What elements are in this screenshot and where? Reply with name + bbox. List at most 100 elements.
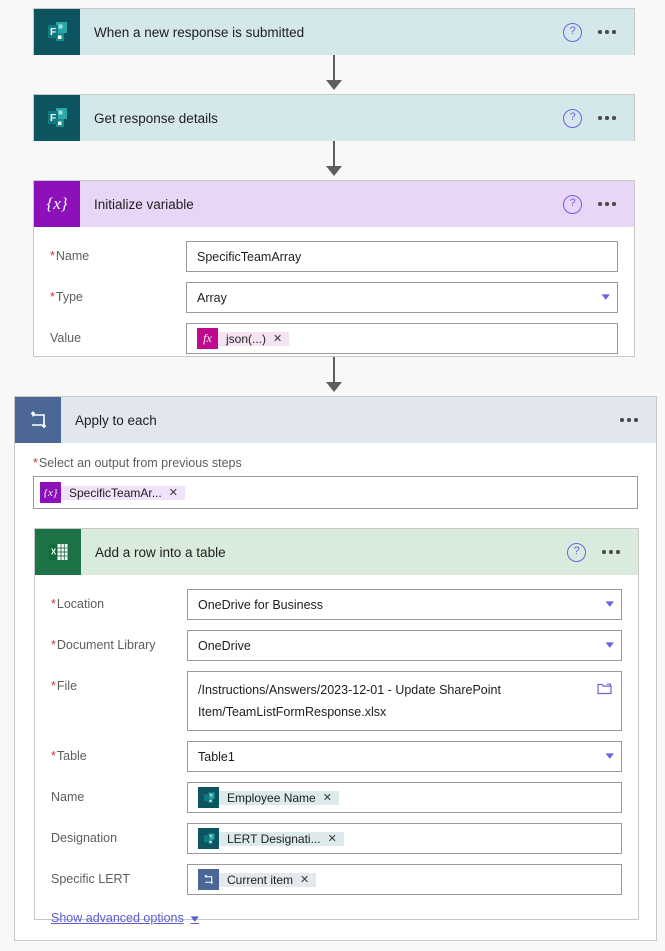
specific-lert-input[interactable]: Current item ✕ xyxy=(187,864,622,895)
variable-name-input[interactable]: SpecificTeamArray xyxy=(186,241,618,272)
show-advanced-options-link[interactable]: Show advanced options ▾ xyxy=(51,911,199,925)
field-row-location: *Location OneDrive for Business ▾ xyxy=(51,589,622,620)
variable-icon: {x} xyxy=(34,181,80,227)
more-commands-button[interactable] xyxy=(598,116,616,120)
designation-input[interactable]: LERT Designati... ✕ xyxy=(187,823,622,854)
field-label-text: Value xyxy=(50,331,82,345)
variable-token[interactable]: {x} SpecificTeamAr... ✕ xyxy=(40,482,185,503)
flow-step-card-initialize-variable[interactable]: {x} Initialize variable ? *Name Specific… xyxy=(33,180,635,357)
more-commands-button[interactable] xyxy=(620,418,638,422)
field-value: Array xyxy=(197,290,227,305)
table-dropdown[interactable]: Table1 ▾ xyxy=(187,741,622,772)
chevron-down-icon: ▾ xyxy=(606,639,615,651)
connector-line xyxy=(333,357,335,385)
loop-select-label-text: Select an output from previous steps xyxy=(38,456,242,470)
card-header: F When a new response is submitted ? xyxy=(34,9,634,55)
microsoft-forms-icon: F xyxy=(34,9,80,55)
token-body: Current item ✕ xyxy=(219,872,317,887)
variable-type-dropdown[interactable]: Array ▾ xyxy=(186,282,618,313)
field-value: SpecificTeamArray xyxy=(197,249,302,264)
card-header: Apply to each xyxy=(15,397,656,443)
token-body: SpecificTeamAr... ✕ xyxy=(61,485,185,500)
help-icon[interactable]: ? xyxy=(563,22,583,42)
more-commands-button[interactable] xyxy=(598,202,616,206)
dynamic-content-token[interactable]: Current item ✕ xyxy=(198,869,317,890)
file-path-input[interactable]: /Instructions/Answers/2023-12-01 - Updat… xyxy=(187,671,622,731)
card-title: Initialize variable xyxy=(94,196,194,212)
token-text: json(...) xyxy=(226,331,267,346)
more-commands-button[interactable] xyxy=(598,30,616,34)
flow-designer-canvas: F When a new response is submitted ? F G… xyxy=(0,0,665,951)
field-row-name: *Name SpecificTeamArray xyxy=(50,241,618,272)
dynamic-content-token[interactable]: LERT Designati... ✕ xyxy=(198,828,344,849)
microsoft-forms-icon xyxy=(198,787,219,808)
remove-token-icon[interactable]: ✕ xyxy=(323,791,332,804)
flow-step-card-get-response[interactable]: F Get response details ? xyxy=(33,94,635,141)
field-row-table: *Table Table1 ▾ xyxy=(51,741,622,772)
svg-text:F: F xyxy=(50,27,56,38)
field-label-text: Specific LERT xyxy=(51,872,130,886)
field-label-text: Name xyxy=(55,249,90,263)
more-commands-button[interactable] xyxy=(602,550,620,554)
field-label: Specific LERT xyxy=(51,864,187,886)
excel-icon: X xyxy=(35,529,81,575)
card-title: When a new response is submitted xyxy=(94,24,305,40)
field-row-file: *File /Instructions/Answers/2023-12-01 -… xyxy=(51,671,622,731)
chevron-down-icon: ▾ xyxy=(190,912,199,925)
help-icon[interactable]: ? xyxy=(563,194,583,214)
remove-token-icon[interactable]: ✕ xyxy=(300,873,309,886)
folder-icon[interactable] xyxy=(597,680,612,702)
field-label-text: Name xyxy=(51,790,85,804)
microsoft-forms-icon xyxy=(198,828,219,849)
token-body: Employee Name ✕ xyxy=(219,790,339,805)
field-label: Value xyxy=(50,323,186,345)
field-label: *Name xyxy=(50,241,186,263)
remove-token-icon[interactable]: ✕ xyxy=(273,332,282,345)
flow-step-card-trigger[interactable]: F When a new response is submitted ? xyxy=(33,8,635,55)
card-header: X Add a row into a table ? xyxy=(35,529,638,575)
document-library-dropdown[interactable]: OneDrive ▾ xyxy=(187,630,622,661)
loop-select-label: *Select an output from previous steps xyxy=(33,456,656,470)
required-asterisk: * xyxy=(50,249,55,263)
required-asterisk: * xyxy=(51,679,56,693)
location-dropdown[interactable]: OneDrive for Business ▾ xyxy=(187,589,622,620)
remove-token-icon[interactable]: ✕ xyxy=(169,486,178,499)
field-label-text: Location xyxy=(56,597,105,611)
field-value: Table1 xyxy=(198,749,235,764)
field-row-name: Name Employee Name ✕ xyxy=(51,782,622,813)
microsoft-forms-icon: F xyxy=(34,95,80,141)
help-icon[interactable]: ? xyxy=(567,542,587,562)
loop-select-input[interactable]: {x} SpecificTeamAr... ✕ xyxy=(33,476,638,509)
token-text: Employee Name xyxy=(227,790,316,805)
field-row-specific-lert: Specific LERT Current item ✕ xyxy=(51,864,622,895)
connector-arrow xyxy=(326,166,342,176)
connector-line xyxy=(333,55,335,83)
fx-icon: fx xyxy=(197,328,218,349)
show-advanced-options-label: Show advanced options xyxy=(51,911,184,925)
variable-glyph: {x} xyxy=(46,194,68,213)
connector-line xyxy=(333,141,335,169)
name-input[interactable]: Employee Name ✕ xyxy=(187,782,622,813)
connector-arrow xyxy=(326,382,342,392)
field-row-designation: Designation LERT Designati... ✕ xyxy=(51,823,622,854)
flow-step-card-add-row-into-table[interactable]: X Add a row into a table ? *Location One… xyxy=(34,528,639,925)
field-value: /Instructions/Answers/2023-12-01 - Updat… xyxy=(198,683,501,719)
flow-step-card-apply-to-each[interactable]: Apply to each *Select an output from pre… xyxy=(14,396,657,941)
required-asterisk: * xyxy=(51,597,56,611)
field-label: *Location xyxy=(51,589,187,611)
loop-icon xyxy=(198,869,219,890)
expression-token[interactable]: fx json(...) ✕ xyxy=(197,328,290,349)
card-title: Get response details xyxy=(94,110,218,126)
svg-text:F: F xyxy=(50,113,56,124)
token-text: SpecificTeamAr... xyxy=(69,485,162,500)
dynamic-content-token[interactable]: Employee Name ✕ xyxy=(198,787,339,808)
field-label-text: Document Library xyxy=(56,638,156,652)
remove-token-icon[interactable]: ✕ xyxy=(328,832,337,845)
token-body: LERT Designati... ✕ xyxy=(219,831,344,846)
variable-value-input[interactable]: fx json(...) ✕ xyxy=(186,323,618,354)
help-icon[interactable]: ? xyxy=(563,108,583,128)
field-label: *Table xyxy=(51,741,187,763)
chevron-down-icon: ▾ xyxy=(602,291,611,303)
token-text: Current item xyxy=(227,872,294,887)
token-body: json(...) ✕ xyxy=(218,331,290,346)
